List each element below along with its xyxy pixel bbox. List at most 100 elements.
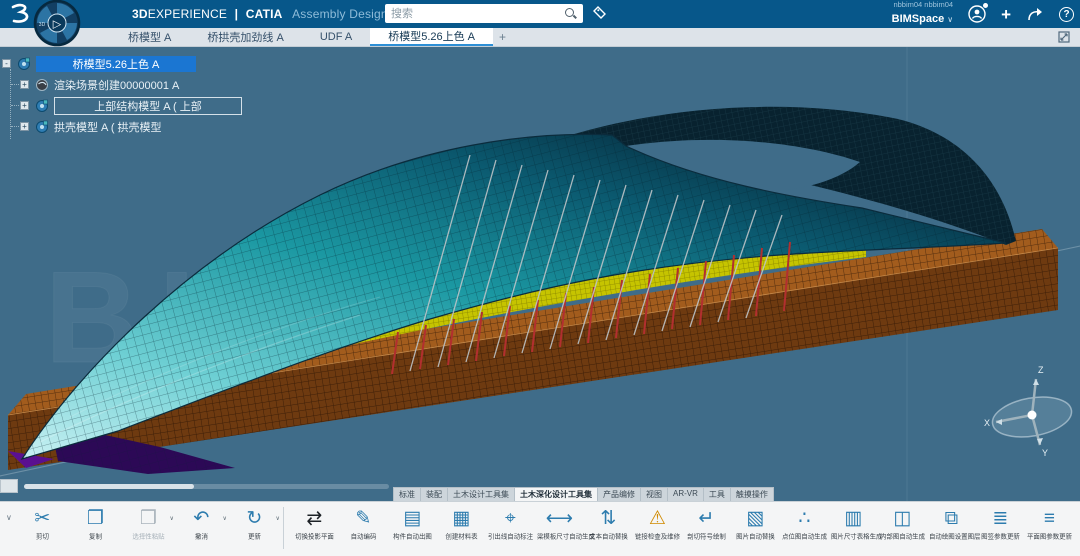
axis-z-label: Z [1038, 365, 1044, 375]
viewport-corner-box [0, 479, 18, 493]
split-view-icon: ◫ [878, 506, 927, 532]
new-tab-button[interactable]: + [493, 28, 512, 46]
tab-assembly[interactable]: 装配 [421, 487, 448, 501]
tool-plan-param-update[interactable]: ≡ 平面图参数更新 [1025, 505, 1074, 542]
copy-icon: ❐ [69, 506, 122, 532]
tag-icon[interactable] [592, 5, 608, 21]
target-icon: ⌖ [486, 506, 535, 532]
brand-experience: EXPERIENCE [148, 7, 227, 21]
tree-item-superstructure-label[interactable]: 上部结构模型 A ( 上部 [54, 97, 242, 115]
tool-undo[interactable]: ↶ ∨ 撤消 [175, 505, 228, 542]
tool-sheet-param-update[interactable]: ≣ 图签参数更新 [976, 505, 1025, 542]
scissors-icon: ✂ [16, 506, 69, 532]
tree-item-root-label[interactable]: 桥模型5.26上色 A [36, 56, 196, 72]
app-title: 3DEXPERIENCE | CATIA Assembly Design [132, 7, 388, 21]
tree-expander[interactable]: + [20, 80, 29, 89]
user-space-menu[interactable]: nbbim04 nbbim04 BIMSpace∨ [892, 1, 953, 27]
dropdown-arrow-icon[interactable]: ∨ [169, 515, 173, 522]
top-bar: 3DEXPERIENCE | CATIA Assembly Design nbb… [0, 0, 1080, 28]
tool-update[interactable]: ↻ ∨ 更新 [228, 505, 281, 542]
refresh-icon: ↻ [228, 506, 281, 532]
doc-tab-arch-shell-stiffener[interactable]: 桥拱壳加劲线 A [189, 28, 301, 46]
tool-image-auto-replace[interactable]: ▧ 图片自动替换 [731, 505, 780, 542]
doc-tab-bridge-model[interactable]: 桥模型 A [110, 28, 189, 46]
tool-image-size-table-generate[interactable]: ▥ 图片尺寸表格生成 [829, 505, 878, 542]
tool-component-auto-drawing[interactable]: ▤ 构件自动出图 [388, 505, 437, 542]
tab-standard[interactable]: 标准 [393, 487, 421, 501]
tree-row-arch-shell: + 拱壳模型 A ( 拱壳模型 [2, 116, 272, 137]
toolbar-collapse-chevron-icon[interactable]: ∨ [6, 513, 12, 522]
tool-cut[interactable]: ✂ 剪切 [16, 505, 69, 542]
search-icon[interactable] [564, 7, 578, 21]
tab-ar-vr[interactable]: AR-VR [668, 487, 704, 501]
tree-expander[interactable]: - [2, 59, 11, 68]
tool-section-symbol-draw[interactable]: ↵ 剖切符号绘制 [682, 505, 731, 542]
dropdown-arrow-icon[interactable]: ∨ [275, 515, 279, 522]
pencil-icon: ✎ [339, 506, 388, 532]
tool-toggle-projection-plane[interactable]: ⇄ 切换投影平面 [290, 505, 339, 542]
search-input[interactable] [385, 5, 564, 22]
tree-expander[interactable]: + [20, 122, 29, 131]
toolbar-separator [283, 507, 284, 549]
dimension-icon: ⟷ [535, 506, 584, 532]
tree-row-render-scene: + 渲染场景创建00000001 A [2, 74, 272, 95]
compass-play-icon[interactable]: ▷ [53, 19, 62, 31]
help-button[interactable]: ? [1059, 7, 1074, 22]
swap-arrows-icon: ⇄ [290, 506, 339, 532]
enter-arrow-icon: ↵ [682, 506, 731, 532]
search-box[interactable] [385, 4, 583, 23]
compass-3d-label: 3D [39, 22, 46, 28]
action-bar-toolbar: ∨ ✂ 剪切 ❐ 复制 ❒ ∨ 选择性粘贴 ↶ ∨ 撤消 ↻ ∨ 更新 ⇄ 切换… [0, 501, 1080, 556]
3d-viewport[interactable]: BIM [0, 47, 1080, 501]
dropdown-arrow-icon[interactable]: ∨ [222, 515, 226, 522]
tool-point-map-auto-generate[interactable]: ∴ 点位图自动生成 [780, 505, 829, 542]
tab-civil-detailed-design-tools[interactable]: 土木深化设计工具集 [515, 487, 598, 501]
tool-link-check-repair[interactable]: ⚠ 链接检查及维修 [633, 505, 682, 542]
ruler-table-icon: ▥ [829, 506, 878, 532]
tree-expander[interactable]: + [20, 101, 29, 110]
user-avatar-button[interactable] [968, 5, 986, 23]
notification-dot [983, 3, 988, 8]
brand-separator: | [235, 7, 239, 21]
tool-auto-draw-set-layer[interactable]: ⧉ 自动绘图设置图层 [927, 505, 976, 542]
user-id: nbbim04 nbbim04 [892, 1, 953, 9]
horizontal-scrollbar-track[interactable] [24, 484, 389, 489]
brand-3d: 3D [132, 7, 148, 21]
expand-window-icon[interactable] [1058, 31, 1070, 43]
tree-row-superstructure: + 上部结构模型 A ( 上部 [2, 95, 272, 116]
tab-product-edition[interactable]: 产品编修 [598, 487, 641, 501]
tool-auto-number[interactable]: ✎ 自动编码 [339, 505, 388, 542]
list2-icon: ≡ [1025, 506, 1074, 532]
paste-icon: ❒ [122, 506, 175, 532]
tool-internal-drawing-auto-generate[interactable]: ◫ 内部图自动生成 [878, 505, 927, 542]
tree-row-root: - 桥模型5.26上色 A [2, 53, 272, 74]
image-icon: ▧ [731, 506, 780, 532]
table-icon: ▦ [437, 506, 486, 532]
tool-template-dim-auto-generate[interactable]: ⟷ 梁模板尺寸自动生成 [535, 505, 584, 542]
add-content-button[interactable]: + [1001, 6, 1011, 23]
space-name: BIMSpace [892, 13, 945, 25]
share-icon[interactable] [1026, 6, 1044, 22]
tree-item-arch-shell-label[interactable]: 拱壳模型 A ( 拱壳模型 [54, 119, 162, 135]
brand-catia: CATIA [246, 7, 283, 21]
chevron-down-icon: ∨ [947, 15, 953, 24]
product-icon [35, 120, 49, 134]
tab-civil-design-tools[interactable]: 土木设计工具集 [448, 487, 515, 501]
doc-tab-udf[interactable]: UDF A [302, 28, 370, 46]
tool-auto-generate-block[interactable]: ◈ 自动生成模块 [1074, 505, 1080, 542]
tool-text-auto-replace[interactable]: ⇅ 文本自动替换 [584, 505, 633, 542]
tool-create-material-table[interactable]: ▦ 创建材料表 [437, 505, 486, 542]
axis-triad[interactable]: Z X Y [984, 365, 1075, 458]
tool-copy[interactable]: ❐ 复制 [69, 505, 122, 542]
3dexperience-compass[interactable]: ▷ 3D [33, 0, 81, 47]
tool-paste-special[interactable]: ❒ ∨ 选择性粘贴 [122, 505, 175, 542]
horizontal-scrollbar-thumb[interactable] [24, 484, 194, 489]
tool-leader-auto-annotation[interactable]: ⌖ 引出线自动标注 [486, 505, 535, 542]
sync-icon: ⇅ [584, 506, 633, 532]
points-icon: ∴ [780, 506, 829, 532]
tab-touch[interactable]: 触摸操作 [731, 487, 774, 501]
tree-item-render-scene-label[interactable]: 渲染场景创建00000001 A [54, 77, 179, 93]
tab-tools[interactable]: 工具 [704, 487, 731, 501]
doc-tab-bridge-model-colored-active[interactable]: 桥模型5.26上色 A [370, 28, 493, 46]
tab-view[interactable]: 视图 [641, 487, 668, 501]
